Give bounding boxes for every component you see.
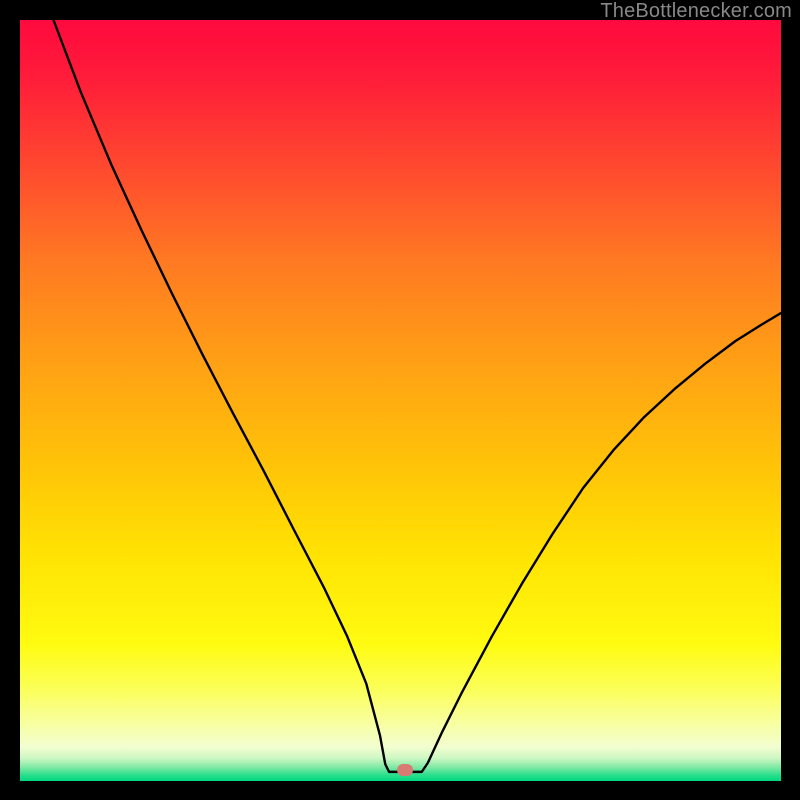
optimum-marker — [397, 764, 413, 776]
plot-background — [20, 20, 781, 781]
chart-frame: TheBottlenecker.com — [0, 0, 800, 800]
bottleneck-plot — [20, 20, 781, 781]
